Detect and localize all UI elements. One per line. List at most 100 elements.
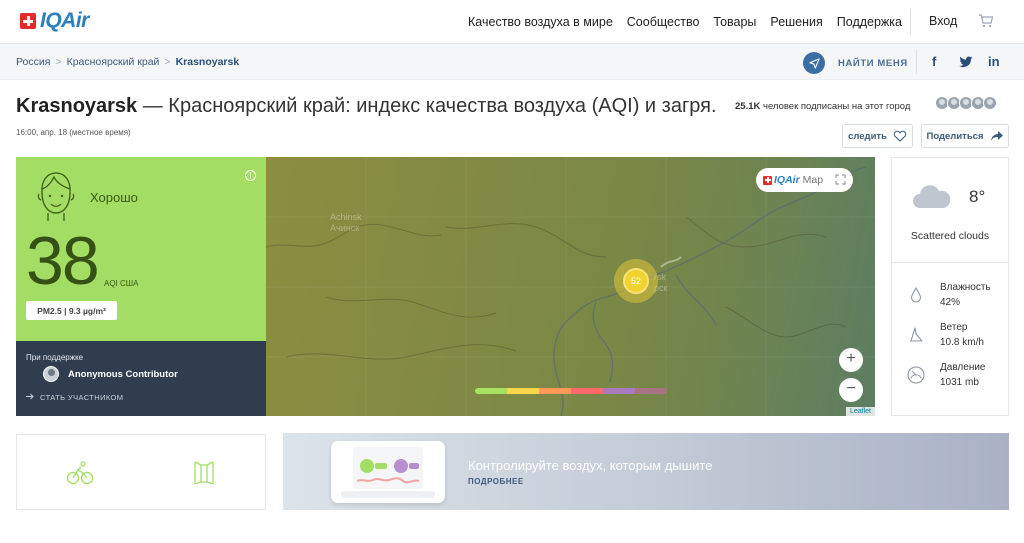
open-window-icon[interactable] [192,460,216,486]
page-title: Krasnoyarsk — Красноярский край: индекс … [16,95,716,118]
map-city-label-cyrillic: Ачинск [330,223,360,233]
pressure-row: Давление 1031 mb [940,360,985,390]
contributor[interactable]: Anonymous Contributor [43,366,178,382]
breadcrumb: Россия > Красноярский край > Krasnoyarsk [16,56,239,68]
iqair-logo[interactable]: IQAir [20,9,89,32]
pressure-gauge-icon [907,366,925,384]
find-me-label: НАЙТИ МЕНЯ [838,57,908,69]
pressure-label: Давление [940,362,986,373]
scale-segment-good [475,388,507,394]
map-city-label-latin: Achinsk [330,212,362,222]
contributor-panel: При поддержке Anonymous Contributor СТАТ… [16,341,266,416]
wind-value: 10.8 km/h [940,337,984,348]
weather-panel: 8° Scattered clouds Влажность 42% Ветер … [891,157,1009,416]
humidity-value: 42% [940,297,961,308]
aqi-value: 38 [26,223,100,299]
air-quality-map[interactable]: Achinsk Ачинск rsk рск IQAir Map 52 + − Le… [266,157,875,416]
iqair-map-badge[interactable]: IQAir Map [756,168,853,192]
followers-number: 25.1K [735,101,761,112]
wind-icon [910,327,923,342]
share-arrow-icon [990,131,1003,141]
nav-item-community[interactable]: Сообщество [627,15,700,29]
map-terrain [266,157,875,416]
humidity-label: Влажность [940,282,991,293]
top-navigation-bar: IQAir Качество воздуха в мире Сообщество… [0,0,1024,44]
twitter-icon[interactable] [959,56,973,68]
swiss-flag-icon [20,13,36,29]
follower-avatars [935,96,997,110]
support-label: При поддержке [26,353,84,362]
share-label: Поделиться [926,130,984,142]
nav-item-world-air-quality[interactable]: Качество воздуха в мире [468,15,613,29]
social-divider [916,50,917,74]
scale-segment-very-unhealthy [603,388,635,394]
location-arrow-icon [803,52,825,74]
heart-icon [893,130,907,142]
map-badge-brand: IQAir [774,174,800,186]
aqi-card: Хорошо i 38 AQI США PM2.5 | 9.3 µg/m³ [16,157,266,341]
login-link[interactable]: Вход [929,14,957,28]
breadcrumb-city: Krasnoyarsk [175,56,240,68]
breadcrumb-country[interactable]: Россия [16,56,50,68]
wind-row: Ветер 10.8 km/h [940,320,984,350]
cloud-icon [913,185,951,208]
nav-divider [910,9,911,35]
humidity-drop-icon [910,286,922,303]
cart-icon[interactable] [978,13,994,29]
wind-label: Ветер [940,322,968,333]
learn-more-link[interactable]: ПОДРОБНЕЕ [468,477,524,486]
contributor-avatar [43,366,59,382]
breadcrumb-region[interactable]: Красноярский край [67,56,160,68]
aqi-unit: AQI США [104,279,139,288]
find-me-button[interactable]: НАЙТИ МЕНЯ [803,52,908,74]
follow-button[interactable]: следить [842,124,913,148]
map-city-label: Achinsk Ачинск [330,212,362,234]
nav-item-products[interactable]: Товары [713,15,756,29]
facebook-icon[interactable]: f [932,54,936,69]
nav-item-support[interactable]: Поддержка [837,15,902,29]
zoom-out-button[interactable]: − [839,378,863,402]
weather-divider [892,262,1008,263]
humidity-row: Влажность 42% [940,280,991,310]
pressure-value: 1031 mb [940,377,979,388]
follow-label: следить [848,130,887,142]
scale-segment-unhealthy [571,388,603,394]
station-marker[interactable]: 52 [623,268,649,294]
aqi-color-scale [475,388,667,394]
contributor-name: Anonymous Contributor [68,368,178,380]
logo-wordmark: IQAir [40,9,89,32]
breadcrumb-separator: > [55,56,62,68]
scale-segment-hazardous [635,388,667,394]
promo-headline: Контролируйте воздух, которым дышите [468,458,713,473]
weather-condition: Scattered clouds [910,230,990,242]
cycling-icon[interactable] [66,460,94,486]
share-button[interactable]: Поделиться [921,124,1009,148]
scale-segment-sensitive [539,388,571,394]
main-nav: Качество воздуха в мире Сообщество Товар… [454,0,902,44]
temperature: 8° [969,187,986,206]
recommendations-panel [16,434,266,510]
become-contributor-label: СТАТЬ УЧАСТНИКОМ [40,393,124,402]
linkedin-icon[interactable]: in [988,54,1000,69]
pollutant-badge: PM2.5 | 9.3 µg/m³ [26,301,117,320]
page-subtitle: — Красноярский край: индекс качества воз… [137,95,716,117]
aqi-status: Хорошо [90,190,138,205]
nav-item-solutions[interactable]: Решения [770,15,822,29]
become-contributor-link[interactable]: СТАТЬ УЧАСТНИКОМ [26,393,123,402]
local-time: 16:00, апр. 18 (местное время) [16,128,131,137]
zoom-in-button[interactable]: + [839,348,863,372]
breadcrumb-separator: > [164,56,171,68]
scale-segment-moderate [507,388,539,394]
followers-text: человек подписаны на этот город [760,101,911,112]
info-icon[interactable]: i [245,170,256,181]
fullscreen-icon[interactable] [835,174,846,185]
map-attribution[interactable]: Leaflet [845,407,875,416]
avatar [983,96,997,110]
city-name: Krasnoyarsk [16,95,138,117]
air-monitor-device-image [331,441,445,503]
arrow-right-icon [26,393,34,400]
smiling-face-icon [37,172,75,221]
map-badge-label: Map [802,174,824,186]
air-monitor-promo-banner[interactable]: Контролируйте воздух, которым дышите ПОД… [283,433,1009,510]
swiss-flag-icon [763,175,772,185]
